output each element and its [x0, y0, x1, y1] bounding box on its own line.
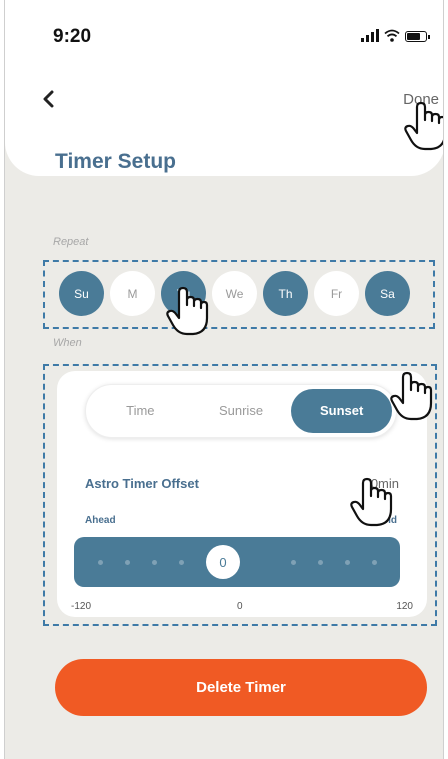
repeat-days: Su M Tu We Th Fr Sa: [59, 271, 410, 316]
status-icons: [361, 28, 430, 42]
day-saturday[interactable]: Sa: [365, 271, 410, 316]
page-title: Timer Setup: [55, 150, 176, 173]
slider-dot: [98, 560, 103, 565]
slider-dot: [125, 560, 130, 565]
slider-min-label: -120: [71, 601, 92, 612]
hand-pointer-icon: [350, 477, 393, 527]
day-friday[interactable]: Fr: [314, 271, 359, 316]
day-sunday[interactable]: Su: [59, 271, 104, 316]
header-card: 9:20 Done Timer Setup: [5, 0, 443, 176]
slider-dot: [152, 560, 157, 565]
signal-icon: [361, 28, 379, 42]
wifi-icon: [384, 29, 400, 42]
slider-dot: [372, 560, 377, 565]
mode-sunrise[interactable]: Sunrise: [191, 389, 292, 433]
day-wednesday[interactable]: We: [212, 271, 257, 316]
day-thursday[interactable]: Th: [263, 271, 308, 316]
mode-time[interactable]: Time: [90, 389, 191, 433]
phone-screen: 9:20 Done Timer Setup Repeat Su M Tu We …: [4, 0, 444, 759]
delete-timer-button[interactable]: Delete Timer: [55, 659, 427, 716]
status-time: 9:20: [53, 26, 92, 47]
when-label: When: [53, 337, 82, 349]
slider-mid-label: 0: [237, 601, 243, 612]
mode-sunset[interactable]: Sunset: [291, 389, 393, 433]
slider-dot: [318, 560, 323, 565]
chevron-left-icon: [43, 90, 54, 108]
ahead-label: Ahead: [85, 515, 116, 526]
slider-dot: [291, 560, 296, 565]
offset-title: Astro Timer Offset: [85, 476, 199, 491]
hand-pointer-icon: [404, 101, 443, 151]
hand-pointer-icon: [166, 286, 209, 336]
hand-pointer-icon: [390, 371, 433, 421]
repeat-label: Repeat: [53, 236, 89, 248]
slider-max-label: 120: [396, 601, 413, 612]
offset-slider[interactable]: 0: [74, 537, 400, 587]
day-monday[interactable]: M: [110, 271, 155, 316]
slider-dot: [179, 560, 184, 565]
slider-knob[interactable]: 0: [206, 545, 240, 579]
battery-icon: [405, 31, 430, 42]
mode-segmented-control: Time Sunrise Sunset: [85, 384, 397, 438]
slider-dot: [345, 560, 350, 565]
back-button[interactable]: [41, 86, 55, 112]
